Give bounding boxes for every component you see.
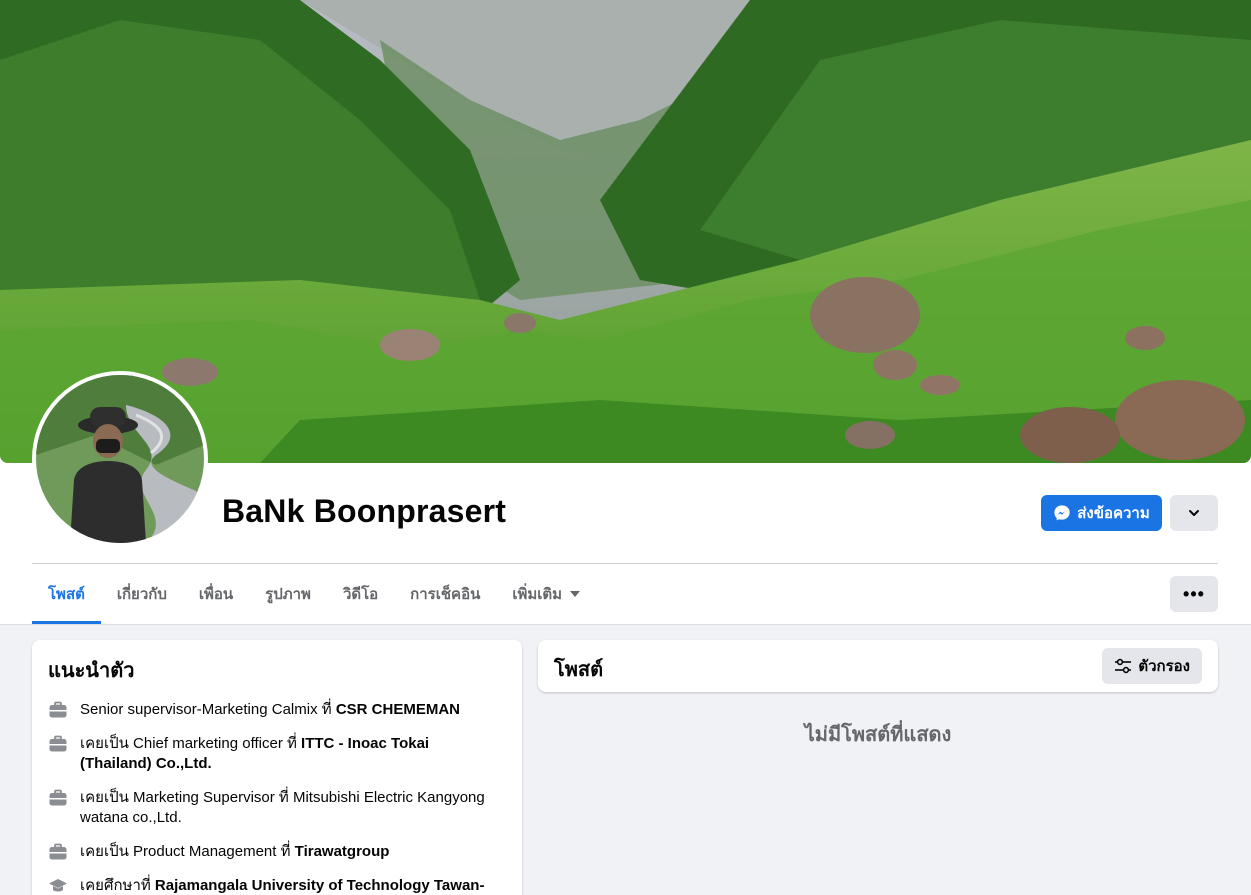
intro-item: เคยศึกษาที่ Rajamangala University of Te… xyxy=(48,876,506,895)
messenger-icon xyxy=(1054,505,1070,521)
send-message-button[interactable]: ส่งข้อความ xyxy=(1041,495,1162,531)
briefcase-icon xyxy=(49,789,67,806)
tab-posts[interactable]: โพสต์ xyxy=(32,564,101,624)
tab-friends[interactable]: เพื่อน xyxy=(183,564,249,624)
profile-options-button[interactable] xyxy=(1170,495,1218,531)
intro-item-text: Senior supervisor-Marketing Calmix ที่ xyxy=(80,701,336,718)
tab-more-label: เพิ่มเติม xyxy=(512,586,563,603)
intro-item-text: เคยศึกษาที่ xyxy=(80,877,155,894)
tab-videos[interactable]: วิดีโอ xyxy=(327,564,394,624)
intro-title: แนะนำตัว xyxy=(48,660,135,682)
tab-photos-label: รูปภาพ xyxy=(265,586,311,603)
profile-avatar[interactable] xyxy=(32,371,208,547)
briefcase-icon xyxy=(49,735,67,752)
tab-about[interactable]: เกี่ยวกับ xyxy=(101,564,183,624)
tab-photos[interactable]: รูปภาพ xyxy=(249,564,327,624)
intro-item: Senior supervisor-Marketing Calmix ที่ C… xyxy=(48,700,506,720)
tab-checkins[interactable]: การเช็คอิน xyxy=(394,564,496,624)
caret-down-icon xyxy=(570,591,581,597)
tab-posts-label: โพสต์ xyxy=(48,586,85,603)
ellipsis-icon: ••• xyxy=(1183,583,1205,604)
posts-card: โพสต์ ตัวกรอง xyxy=(538,640,1218,692)
intro-item-link[interactable]: Tirawatgroup xyxy=(295,843,390,860)
graduation-cap-icon xyxy=(49,879,67,892)
tab-checkins-label: การเช็คอิน xyxy=(410,586,481,603)
filter-sliders-icon xyxy=(1115,658,1132,674)
avatar-photo xyxy=(36,375,204,543)
filter-button[interactable]: ตัวกรอง xyxy=(1102,648,1202,684)
empty-posts-message: ไม่มีโพสต์ที่แสดง xyxy=(804,724,952,746)
more-options-button[interactable]: ••• xyxy=(1170,576,1218,612)
tab-about-label: เกี่ยวกับ xyxy=(116,586,167,603)
intro-card: แนะนำตัว Senior supervisor-Marketing Cal… xyxy=(32,640,522,895)
tab-videos-label: วิดีโอ xyxy=(342,586,379,603)
tab-more[interactable]: เพิ่มเติม xyxy=(496,564,596,624)
intro-item: เคยเป็น Marketing Supervisor ที่ Mitsubi… xyxy=(48,788,506,828)
intro-item: เคยเป็น Product Management ที่ Tirawatgr… xyxy=(48,842,506,862)
briefcase-icon xyxy=(49,843,67,860)
briefcase-icon xyxy=(49,701,67,718)
intro-item-text: เคยเป็น Marketing Supervisor ที่ Mitsubi… xyxy=(80,789,485,826)
tab-friends-label: เพื่อน xyxy=(198,586,234,603)
send-message-label: ส่งข้อความ xyxy=(1077,505,1150,522)
profile-name: BaNk Boonprasert xyxy=(222,493,507,529)
intro-item-text: เคยเป็น Chief marketing officer ที่ xyxy=(80,735,302,752)
profile-tabs: โพสต์ เกี่ยวกับ เพื่อน รูปภาพ วิดีโอ การ… xyxy=(32,564,596,624)
cover-photo[interactable] xyxy=(0,0,1251,463)
filter-label: ตัวกรอง xyxy=(1138,658,1190,675)
intro-item-text: เคยเป็น Product Management ที่ xyxy=(80,843,295,860)
intro-item: เคยเป็น Chief marketing officer ที่ ITTC… xyxy=(48,734,506,774)
posts-title: โพสต์ xyxy=(554,659,604,681)
cover-landscape-image xyxy=(0,0,1251,463)
intro-item-link[interactable]: CSR CHEMEMAN xyxy=(336,701,460,718)
chevron-down-icon xyxy=(1189,510,1199,516)
